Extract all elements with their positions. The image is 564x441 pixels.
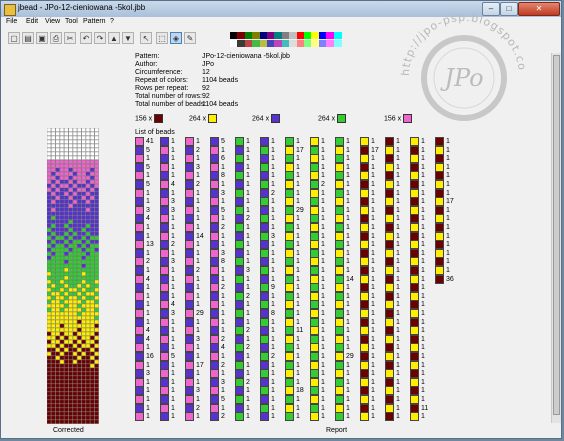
bead-swatch bbox=[185, 412, 194, 422]
bead-swatch bbox=[160, 412, 169, 422]
bead-swatch bbox=[335, 412, 344, 422]
bead-count: 1 bbox=[246, 413, 250, 421]
scrollbar-thumb[interactable] bbox=[553, 55, 560, 415]
bead-swatch bbox=[260, 412, 269, 422]
bead-swatch bbox=[385, 412, 394, 422]
bead-swatch bbox=[310, 412, 319, 422]
bead-count: 1 bbox=[371, 413, 375, 421]
bead-swatch bbox=[285, 412, 294, 422]
bead-swatch bbox=[435, 274, 444, 284]
bead-count: 1 bbox=[271, 413, 275, 421]
bead-swatch bbox=[410, 412, 419, 422]
vertical-scrollbar[interactable] bbox=[551, 53, 561, 423]
bead-count: 1 bbox=[171, 413, 175, 421]
bead-swatch bbox=[360, 412, 369, 422]
preview-label: Corrected bbox=[53, 427, 84, 434]
bead-swatch bbox=[235, 412, 244, 422]
bead-count: 1 bbox=[396, 413, 400, 421]
bead-swatch bbox=[210, 412, 219, 422]
bead-count: 1 bbox=[421, 413, 425, 421]
bead-list: 41 5 1 5 1 5 1 1 3 4 1 1 13 1 2 1 4 1 1 1 1 1 4 4 1 16 1 3 1 1 1 1 1 1 1 1 1… bbox=[1, 1, 551, 431]
bead-swatch bbox=[135, 412, 144, 422]
bead-count: 1 bbox=[196, 413, 200, 421]
bead-count: 1 bbox=[146, 413, 150, 421]
bead-count: 36 bbox=[446, 275, 454, 283]
report-label: Report bbox=[326, 427, 348, 434]
bead-count: 2 bbox=[221, 413, 225, 421]
app-window: jbead - JPo-12-cieniowana -5kol.jbb – □ … bbox=[0, 0, 562, 439]
bead-count: 1 bbox=[296, 413, 300, 421]
bead-count: 1 bbox=[346, 413, 350, 421]
bead-count: 1 bbox=[321, 413, 325, 421]
